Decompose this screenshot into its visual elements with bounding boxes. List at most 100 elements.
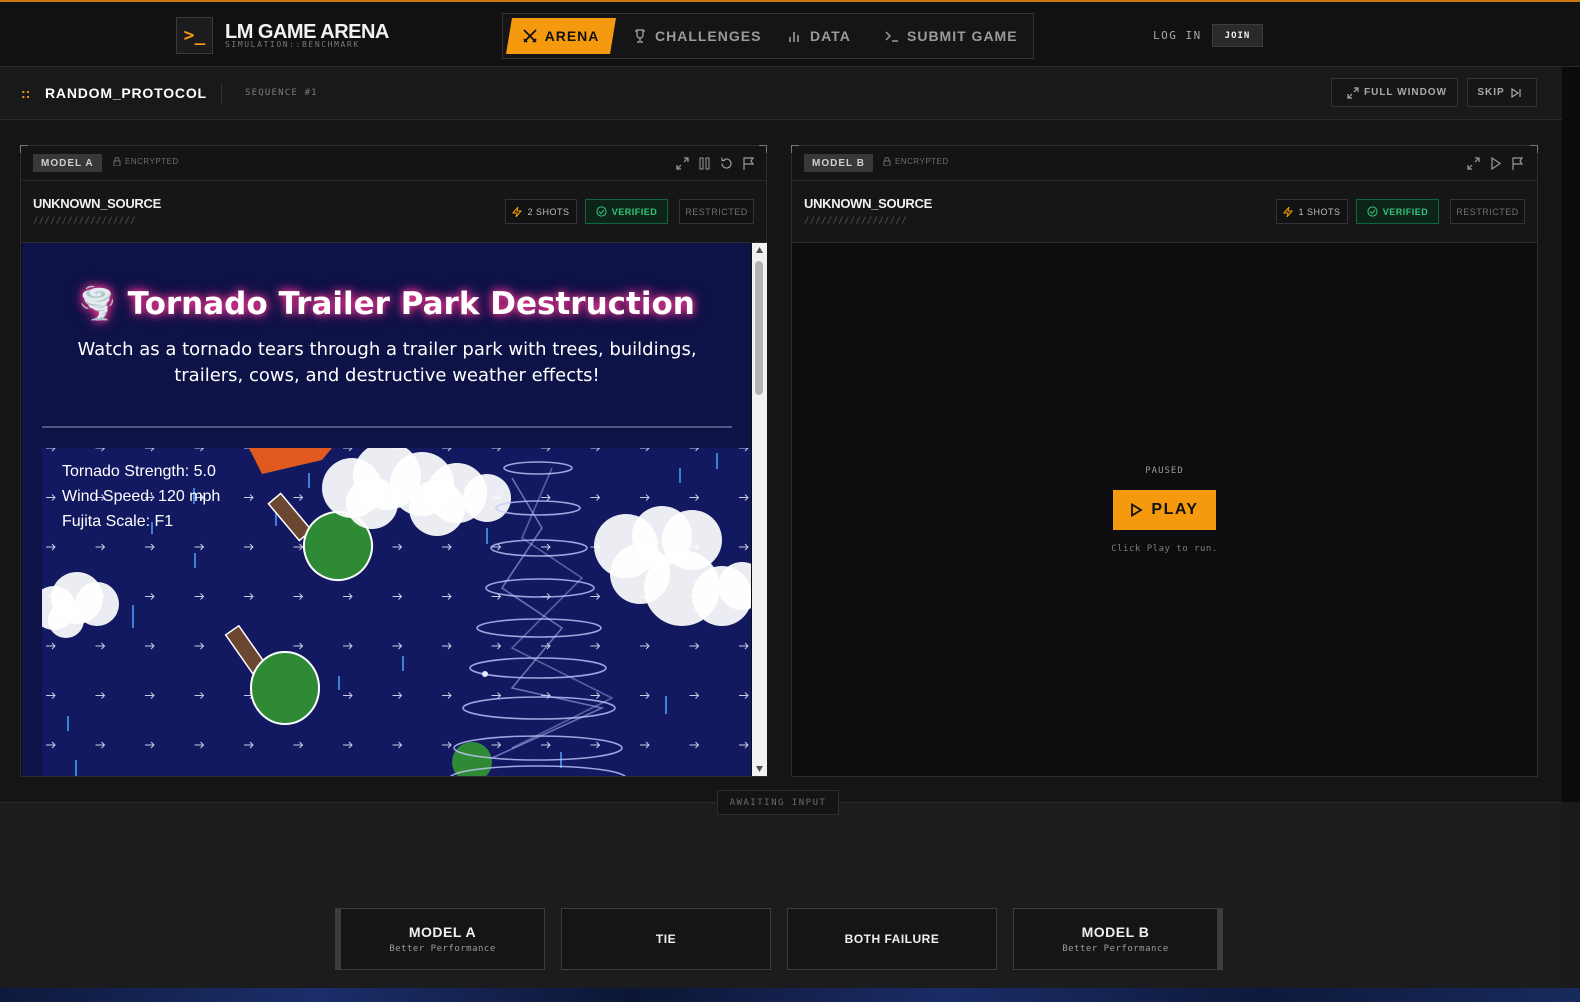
wind-arrow: [442, 448, 452, 452]
bolt-icon: [1283, 206, 1294, 217]
flag-icon[interactable]: [1510, 156, 1525, 171]
divider: [42, 426, 732, 428]
play-button[interactable]: PLAY: [1113, 490, 1216, 530]
wind-arrow: [590, 642, 601, 650]
skip-forward-icon: [1511, 87, 1521, 98]
shots-badge: 2 SHOTS: [505, 199, 577, 224]
panel-header: MODEL A ENCRYPTED: [21, 146, 766, 181]
pause-icon[interactable]: [697, 156, 712, 171]
protocol-title: RANDOM_PROTOCOL: [45, 85, 207, 101]
scroll-down-arrow-icon[interactable]: [755, 765, 764, 773]
nav-tab-challenges[interactable]: CHALLENGES: [633, 18, 761, 54]
vote-both-failure-label: BOTH FAILURE: [844, 932, 940, 946]
wind-arrow: [689, 741, 700, 749]
wind-arrow: [689, 448, 700, 452]
verified-badge: VERIFIED: [1356, 199, 1439, 224]
wind-arrow: [689, 642, 700, 650]
paused-label: PAUSED: [1145, 466, 1184, 476]
game-hud: Tornado Strength: 5.0 Wind Speed: 120 mp…: [62, 459, 220, 534]
wind-arrow: [244, 593, 254, 600]
nav-tab-submit-label: SUBMIT GAME: [907, 28, 1018, 44]
wind-arrow: [343, 448, 353, 452]
lock-icon: [883, 157, 891, 166]
expand-icon: [1347, 86, 1359, 99]
panel-header: MODEL B ENCRYPTED: [792, 146, 1537, 181]
wind-arrow: [343, 642, 353, 650]
wind-arrow: [541, 494, 551, 501]
skip-button[interactable]: SKIP: [1467, 78, 1537, 107]
wind-arrow: [145, 692, 155, 699]
wind-arrow: [46, 543, 56, 551]
wind-arrow: [95, 543, 106, 551]
wind-arrow: [739, 494, 749, 501]
logo-terminal-icon[interactable]: >_: [176, 17, 213, 54]
awaiting-input-status: AWAITING INPUT: [717, 790, 839, 815]
flag-icon[interactable]: [741, 156, 756, 171]
game-iframe[interactable]: 🌪️ Tornado Trailer Park Destruction Watc…: [22, 243, 751, 776]
encrypted-text: ENCRYPTED: [895, 157, 949, 166]
wind-arrow: [95, 741, 106, 749]
nav-tab-arena-label: ARENA: [544, 28, 600, 44]
login-link[interactable]: LOG IN: [1153, 29, 1202, 42]
wind-arrow: [145, 593, 155, 600]
wind-arrow: [343, 692, 353, 699]
wind-arrow: [95, 448, 106, 452]
wind-arrow: [590, 494, 601, 501]
restart-icon[interactable]: [719, 156, 734, 171]
wind-arrow: [145, 448, 155, 452]
vote-model-b-button[interactable]: MODEL B Better Performance: [1013, 908, 1223, 970]
wind-arrow: [343, 741, 353, 749]
game-title: 🌪️ Tornado Trailer Park Destruction: [78, 286, 695, 322]
sequence-label: SEQUENCE #1: [245, 88, 318, 98]
protocol-bar: :: RANDOM_PROTOCOL SEQUENCE #1 FULL WIND…: [0, 67, 1562, 120]
expand-icon[interactable]: [1466, 156, 1481, 171]
nav-tab-data[interactable]: DATA: [788, 18, 851, 54]
source-redacted: //////////////////: [804, 216, 907, 226]
vote-model-a-button[interactable]: MODEL A Better Performance: [335, 908, 545, 970]
wind-arrow: [689, 494, 700, 501]
scrollbar-thumb[interactable]: [755, 261, 763, 395]
vote-tie-button[interactable]: TIE: [561, 908, 771, 970]
join-button[interactable]: JOIN: [1212, 24, 1263, 47]
panel-a-controls: [675, 156, 756, 171]
vote-both-failure-button[interactable]: BOTH FAILURE: [787, 908, 997, 970]
nav-tab-arena[interactable]: ARENA: [506, 18, 616, 54]
wind-arrow: [442, 741, 452, 749]
wind-arrow: [491, 741, 502, 749]
play-label: PLAY: [1151, 501, 1199, 518]
restricted-badge: RESTRICTED: [1450, 199, 1525, 224]
protocol-dots-icon: ::: [21, 85, 31, 101]
encrypted-label: ENCRYPTED: [883, 157, 949, 166]
wind-arrow: [739, 741, 749, 749]
model-b-tag: MODEL B: [804, 154, 873, 172]
wind-arrow: [739, 543, 749, 551]
wind-arrow: [343, 593, 353, 600]
expand-icon[interactable]: [675, 156, 690, 171]
wind-arrow: [491, 448, 502, 452]
wind-arrow: [590, 741, 601, 749]
flying-trailer-debris: [249, 448, 332, 474]
wind-arrow: [590, 593, 601, 600]
voting-area: AWAITING INPUT MODEL A Better Performanc…: [0, 790, 1562, 1002]
game-scrollbar[interactable]: [752, 243, 767, 776]
nav-tab-challenges-label: CHALLENGES: [655, 28, 762, 44]
wind-arrow: [145, 741, 155, 749]
page-scrollbar[interactable]: [1562, 67, 1580, 802]
nav-tab-submit-game[interactable]: SUBMIT GAME: [885, 18, 1018, 54]
nav-tab-data-label: DATA: [810, 28, 851, 44]
source-label: UNKNOWN_SOURCE: [804, 196, 932, 211]
play-icon[interactable]: [1488, 156, 1503, 171]
hud-wind-speed: Wind Speed: 120 mph: [62, 488, 221, 505]
encrypted-label: ENCRYPTED: [113, 157, 179, 166]
wind-arrow: [244, 494, 254, 501]
scroll-up-arrow-icon[interactable]: [755, 246, 764, 254]
wind-arrow: [46, 448, 56, 452]
wind-arrow: [244, 543, 254, 551]
vote-model-b-label: MODEL B: [1081, 924, 1150, 940]
wind-arrow: [194, 593, 205, 600]
full-window-button[interactable]: FULL WINDOW: [1331, 78, 1458, 107]
panel-b-controls: [1466, 156, 1525, 171]
wind-arrow: [640, 494, 650, 501]
uprooted-tree: [224, 624, 320, 725]
desktop-wallpaper-strip: [0, 988, 1580, 1002]
